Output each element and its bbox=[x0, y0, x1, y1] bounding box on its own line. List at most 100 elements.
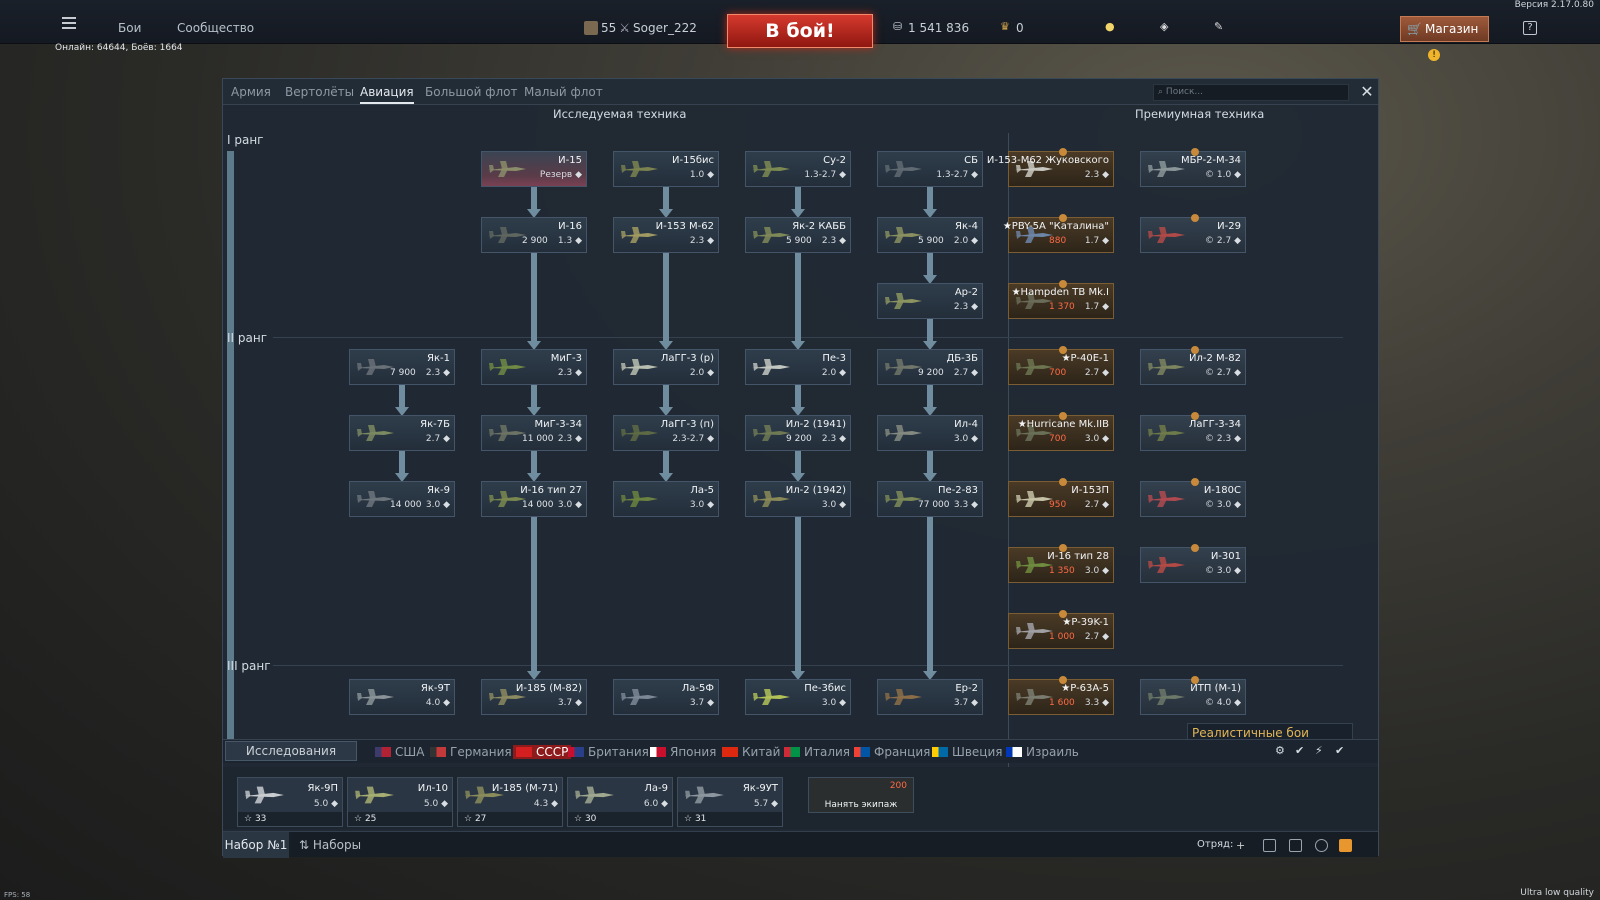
vehicle-card[interactable]: И-153-М62 Жуковского 2.3 ◆ bbox=[987, 148, 1114, 187]
research-cost: 14 000 bbox=[390, 500, 422, 510]
close-icon[interactable]: ✕ bbox=[1358, 83, 1376, 101]
tab-aviation[interactable]: Авиация bbox=[360, 85, 414, 104]
nation-tab[interactable]: Франция bbox=[854, 745, 930, 759]
menu-community[interactable]: Сообщество bbox=[177, 21, 254, 35]
vehicle-card[interactable]: Пе-3бис 3.0 ◆ bbox=[745, 679, 851, 715]
tab-helicopters[interactable]: Вертолёты bbox=[285, 85, 354, 99]
battle-rating: 2.3 ◆ bbox=[953, 302, 978, 312]
check-all-icon[interactable]: ✔ bbox=[1335, 744, 1344, 757]
aircraft-icon bbox=[1147, 425, 1185, 441]
search-input[interactable]: ⌕ Поиск... bbox=[1153, 84, 1349, 101]
aircraft-icon bbox=[620, 161, 658, 177]
nation-tab[interactable]: СССР bbox=[513, 745, 572, 759]
vehicle-card[interactable]: ★P-40E-1 2.7 ◆ 700 bbox=[1008, 346, 1114, 385]
vehicle-card[interactable]: Ил-2 (1941) 2.3 ◆ 9 200 bbox=[745, 415, 851, 451]
tab-bluewater-fleet[interactable]: Большой флот bbox=[425, 85, 518, 99]
menu-icon[interactable] bbox=[62, 22, 76, 24]
vehicle-card[interactable]: Як-2 КАББ 2.3 ◆ 5 900 bbox=[745, 217, 851, 253]
lightbulb-icon[interactable]: ● bbox=[1105, 20, 1119, 34]
vehicle-card[interactable]: ★Hampden TB Mk.I 1.7 ◆ 1 370 bbox=[1008, 280, 1114, 319]
vehicle-card[interactable]: МиГ-3 2.3 ◆ bbox=[481, 349, 587, 385]
filter-icon[interactable]: ⚡ bbox=[1315, 744, 1323, 757]
vehicle-card[interactable]: Ил-2 (1942) 3.0 ◆ bbox=[745, 481, 851, 517]
to-battle-button[interactable]: В бой! bbox=[727, 14, 873, 48]
vehicle-card[interactable]: И-16 тип 28 3.0 ◆ 1 350 bbox=[1008, 544, 1114, 583]
contacts-icon[interactable] bbox=[1289, 839, 1302, 852]
vehicle-card[interactable]: И-180С © 3.0 ◆ bbox=[1140, 478, 1246, 517]
coupon-icon[interactable]: ✎ bbox=[1214, 20, 1228, 34]
vehicle-card[interactable]: И-185 (М-82) 3.7 ◆ bbox=[481, 679, 587, 715]
research-cost: 880 bbox=[1049, 236, 1067, 246]
flag-icon bbox=[784, 747, 800, 757]
vehicle-card[interactable]: И-15бис 1.0 ◆ bbox=[613, 151, 719, 187]
vehicle-card[interactable]: И-29 © 2.7 ◆ bbox=[1140, 214, 1246, 253]
crew-slot[interactable]: Як-9УТ 5.7 ◆ ☆ 31 bbox=[677, 777, 783, 827]
vehicle-card[interactable]: ДБ-3Б 2.7 ◆ 9 200 bbox=[877, 349, 983, 385]
vehicle-card[interactable]: ★Hurricane Mk.IIB 3.0 ◆ 700 bbox=[1008, 412, 1114, 451]
crew-slot[interactable]: Ла-9 6.0 ◆ ☆ 30 bbox=[567, 777, 673, 827]
vehicle-card[interactable]: И-153П 2.7 ◆ 950 bbox=[1008, 478, 1114, 517]
nation-tab[interactable]: Германия bbox=[430, 745, 512, 759]
vehicle-card[interactable]: Ар-2 2.3 ◆ bbox=[877, 283, 983, 319]
presets-button[interactable]: ⇅ Наборы bbox=[299, 838, 361, 852]
vehicle-card[interactable]: Як-9Т 4.0 ◆ bbox=[349, 679, 455, 715]
nation-tab[interactable]: Израиль bbox=[1006, 745, 1079, 759]
nation-tab[interactable]: Швеция bbox=[932, 745, 1002, 759]
vehicle-card[interactable]: И-16 1.3 ◆ 2 900 bbox=[481, 217, 587, 253]
battle-rating: 1.7 ◆ bbox=[1084, 236, 1109, 246]
crew-slot[interactable]: И-185 (М-71) 4.3 ◆ ☆ 27 bbox=[457, 777, 563, 827]
vehicle-card[interactable]: Пе-2-83 3.3 ◆ 77 000 bbox=[877, 481, 983, 517]
nation-tab[interactable]: Китай bbox=[722, 745, 780, 759]
crew-slot[interactable]: Як-9П 5.0 ◆ ☆ 33 bbox=[237, 777, 343, 827]
vehicle-card[interactable]: МБР-2-М-34 © 1.0 ◆ bbox=[1140, 148, 1246, 187]
vehicle-card[interactable]: Ил-4 3.0 ◆ bbox=[877, 415, 983, 451]
gold-balance[interactable]: 0 bbox=[1016, 21, 1024, 35]
research-button[interactable]: Исследования bbox=[225, 741, 357, 761]
mail-icon[interactable] bbox=[1339, 839, 1352, 852]
vehicle-card[interactable]: МиГ-3-34 2.3 ◆ 11 000 bbox=[481, 415, 587, 451]
nation-tab[interactable]: Япония bbox=[650, 745, 716, 759]
vehicle-card[interactable]: Як-1 2.3 ◆ 7 900 bbox=[349, 349, 455, 385]
vehicle-card[interactable]: Як-9 3.0 ◆ 14 000 bbox=[349, 481, 455, 517]
nation-tab[interactable]: США bbox=[375, 745, 424, 759]
vehicle-card[interactable]: СБ 1.3-2.7 ◆ bbox=[877, 151, 983, 187]
vehicle-card[interactable]: Як-7Б 2.7 ◆ bbox=[349, 415, 455, 451]
vehicle-card[interactable]: Ла-5 3.0 ◆ bbox=[613, 481, 719, 517]
preset-tab[interactable]: Набор №1 bbox=[223, 832, 289, 858]
vehicle-card[interactable]: И-16 тип 27 3.0 ◆ 14 000 bbox=[481, 481, 587, 517]
add-squad-icon[interactable]: + bbox=[1236, 839, 1249, 852]
hire-crew-button[interactable]: 200 Нанять экипаж bbox=[808, 777, 914, 813]
list-icon[interactable] bbox=[1263, 839, 1276, 852]
vehicle-card[interactable]: И-15 Резерв ◆ bbox=[481, 151, 587, 187]
vehicle-card[interactable]: ★PBY-5A "Каталина" 1.7 ◆ 880 bbox=[1003, 214, 1114, 253]
crew-slot[interactable]: Ил-10 5.0 ◆ ☆ 25 bbox=[347, 777, 453, 827]
vehicle-card[interactable]: Пе-3 2.0 ◆ bbox=[745, 349, 851, 385]
vehicle-card[interactable]: И-301 © 3.0 ◆ bbox=[1140, 544, 1246, 583]
vehicle-card[interactable]: И-153 М-62 2.3 ◆ bbox=[613, 217, 719, 253]
vehicle-card[interactable]: Ил-2 М-82 © 2.7 ◆ bbox=[1140, 346, 1246, 385]
vehicle-card[interactable]: Су-2 1.3-2.7 ◆ bbox=[745, 151, 851, 187]
nation-tab[interactable]: Италия bbox=[784, 745, 850, 759]
vehicle-card[interactable]: Ла-5Ф 3.7 ◆ bbox=[613, 679, 719, 715]
menu-battles[interactable]: Бои bbox=[118, 21, 141, 35]
player-info[interactable]: 55 ⚔ Soger_222 bbox=[584, 21, 697, 35]
shop-button[interactable]: 🛒 Магазин ! bbox=[1400, 16, 1489, 61]
vehicle-card[interactable]: ЛаГГ-3-34 © 2.3 ◆ bbox=[1140, 412, 1246, 451]
check-icon[interactable]: ✔ bbox=[1295, 744, 1304, 757]
wrench-icon[interactable]: ⚙ bbox=[1275, 744, 1285, 757]
tab-army[interactable]: Армия bbox=[231, 85, 271, 99]
vehicle-card[interactable]: ЛаГГ-3 (п) 2.3-2.7 ◆ bbox=[613, 415, 719, 451]
vehicle-card[interactable]: Як-4 2.0 ◆ 5 900 bbox=[877, 217, 983, 253]
vehicle-card[interactable]: ИТП (М-1) © 4.0 ◆ bbox=[1140, 676, 1246, 715]
vehicle-card[interactable]: ★P-39K-1 2.7 ◆ 1 000 bbox=[1008, 610, 1114, 649]
tab-coastal-fleet[interactable]: Малый флот bbox=[524, 85, 603, 99]
vehicle-name: МиГ-3-34 bbox=[534, 419, 582, 430]
silver-balance[interactable]: 1 541 836 bbox=[908, 21, 969, 35]
chat-icon[interactable] bbox=[1315, 839, 1328, 852]
vehicle-card[interactable]: ЛаГГ-3 (р) 2.0 ◆ bbox=[613, 349, 719, 385]
vehicle-card[interactable]: ★P-63A-5 3.3 ◆ 1 600 bbox=[1008, 676, 1114, 715]
nation-tab[interactable]: Британия bbox=[568, 745, 649, 759]
vehicle-card[interactable]: Ер-2 3.7 ◆ bbox=[877, 679, 983, 715]
crafting-icon[interactable]: ◈ bbox=[1160, 20, 1174, 34]
help-button[interactable]: ? bbox=[1523, 21, 1537, 35]
